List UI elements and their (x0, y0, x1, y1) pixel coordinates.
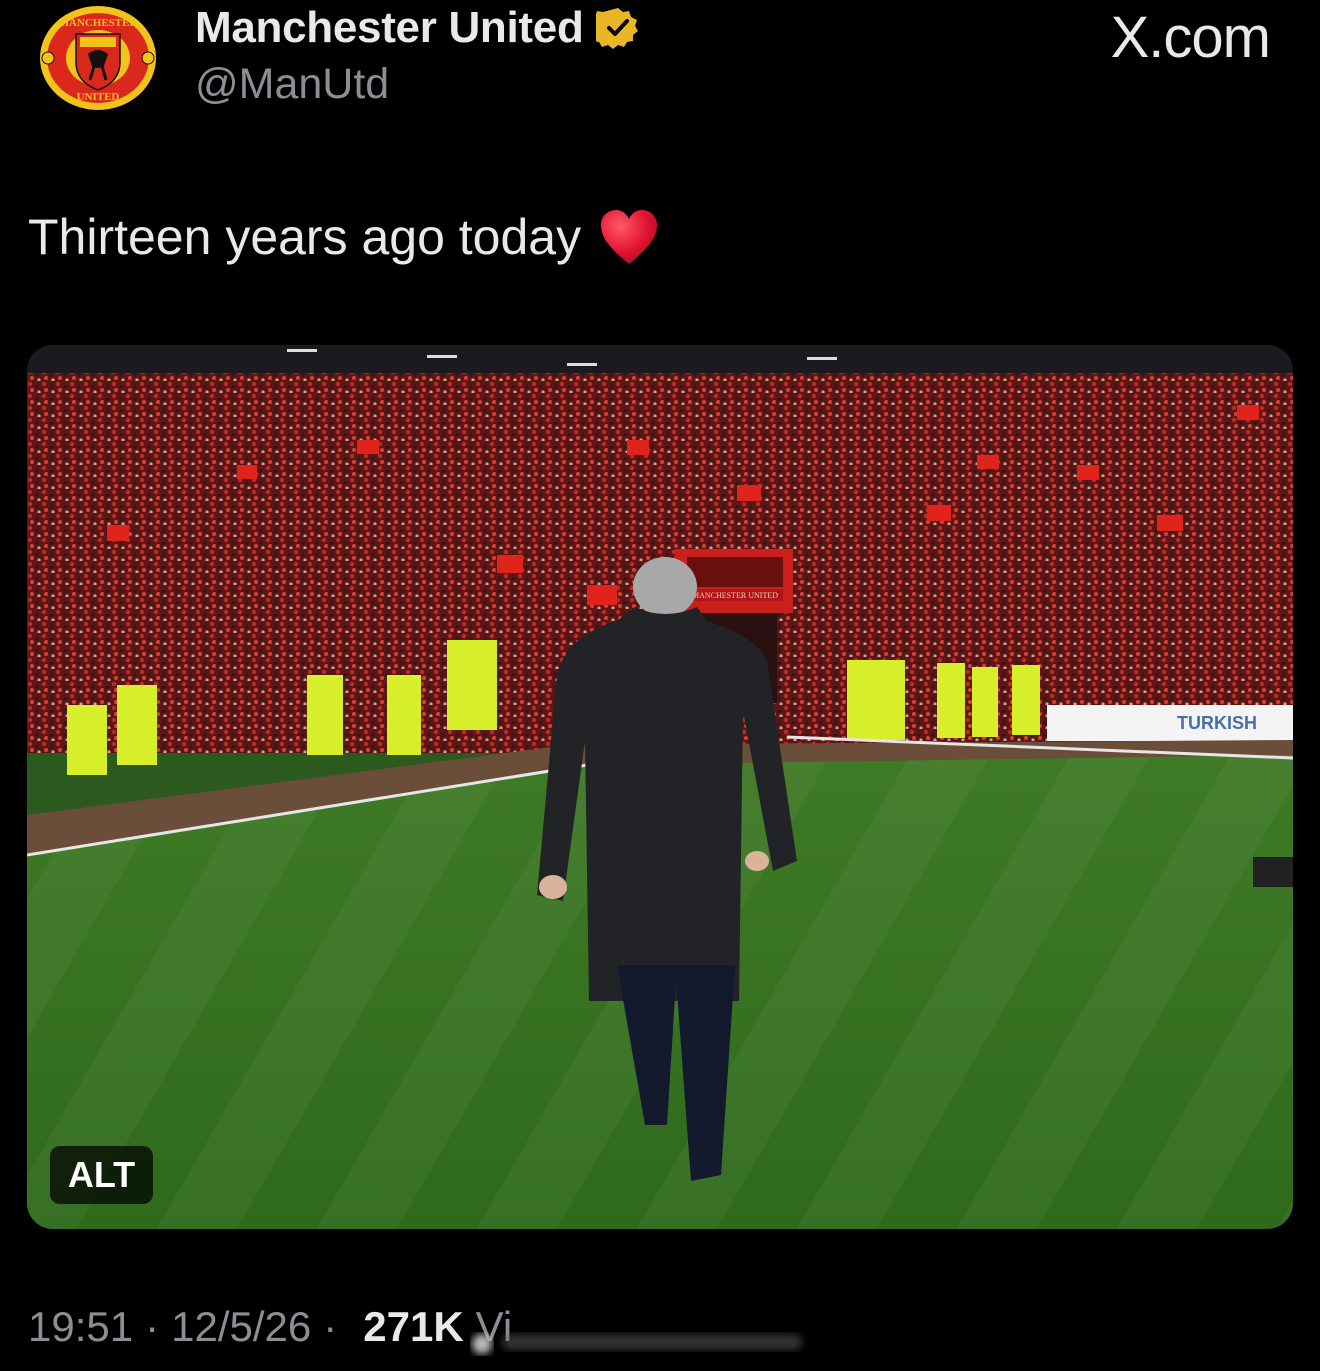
alt-text-button[interactable]: ALT (50, 1146, 153, 1204)
account-handle[interactable]: @ManUtd (195, 60, 389, 109)
x-logo-text: X.com (1110, 5, 1271, 70)
views-count[interactable]: 271K (363, 1303, 463, 1351)
crest-top-text: MANCHESTER (59, 17, 139, 29)
blurred-watermark-icon (472, 1334, 802, 1354)
tunnel-sign-text: MANCHESTER UNITED (692, 591, 778, 600)
manchester-united-crest-icon[interactable]: MANCHESTER UNITED (36, 4, 160, 112)
ad-board-text: TURKISH (1177, 713, 1257, 733)
tweet-body-text: Thirteen years ago today (28, 209, 582, 265)
stadium-photo-image: MANCHESTER UNITED TURKISH (27, 345, 1293, 1229)
verified-badge-icon[interactable] (595, 6, 640, 50)
tweet-header: MANCHESTER UNITED Manchester United @Man… (0, 0, 1320, 130)
display-name[interactable]: Manchester United (195, 3, 584, 53)
tweet-meta: 19:51 · 12/5/26 · 271K Vi (28, 1303, 512, 1351)
heart-icon (601, 210, 658, 264)
tweet-date[interactable]: 12/5/26 (171, 1303, 311, 1351)
display-name-row[interactable]: Manchester United (195, 0, 640, 56)
tweet-time[interactable]: 19:51 (28, 1303, 133, 1351)
tweet-photo[interactable]: MANCHESTER UNITED TURKISH (27, 345, 1293, 1229)
separator-dot: · (145, 1303, 160, 1350)
tweet-text: Thirteen years ago today (28, 208, 659, 266)
site-watermark: X.com (1110, 4, 1271, 71)
separator-dot: · (323, 1303, 338, 1350)
crest-bottom-text: UNITED (77, 91, 120, 103)
